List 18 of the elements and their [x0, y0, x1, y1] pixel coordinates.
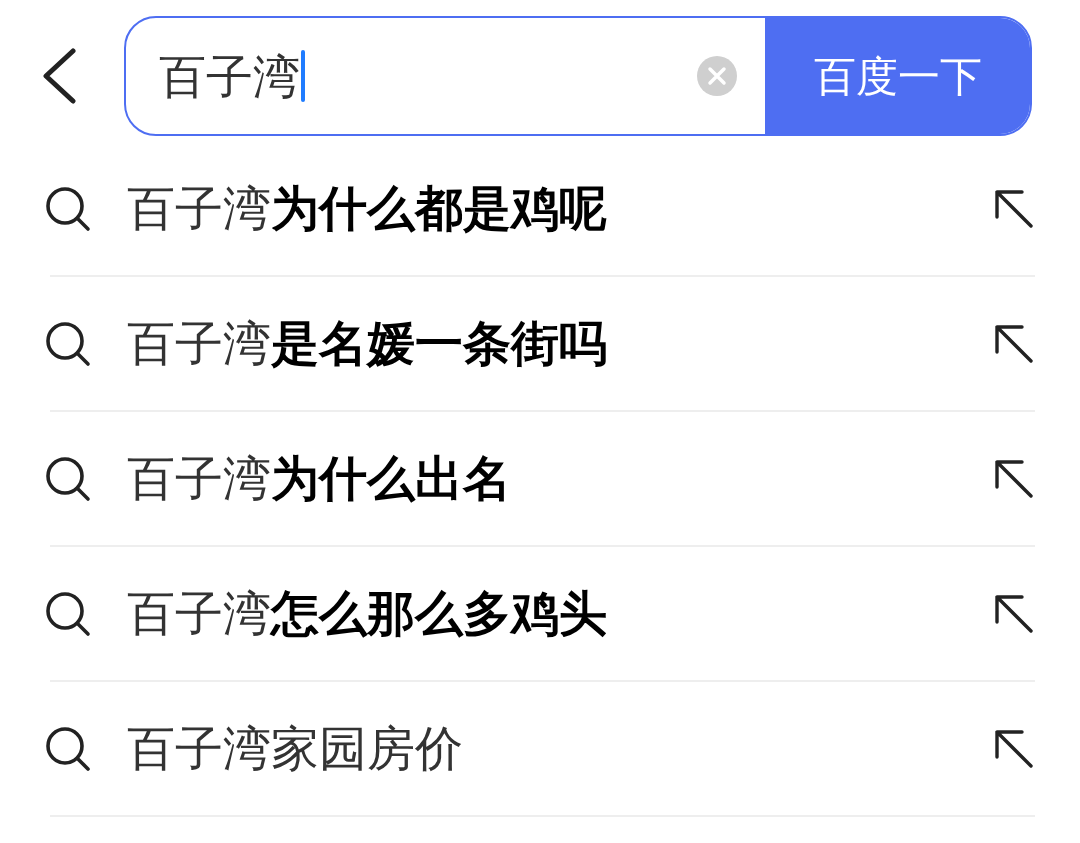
suggestion-text[interactable]: 百子湾家园房价 — [127, 722, 994, 775]
search-icon — [45, 320, 91, 367]
arrow-up-left-icon[interactable] — [994, 188, 1034, 229]
search-input[interactable]: 百子湾 — [126, 18, 697, 134]
suggestion-text[interactable]: 百子湾为什么出名 — [127, 452, 994, 505]
search-icon — [45, 590, 91, 637]
arrow-up-left-icon[interactable] — [994, 458, 1034, 499]
arrow-up-left-icon[interactable] — [994, 728, 1034, 769]
suggestion-text[interactable]: 百子湾为什么都是鸡呢 — [127, 182, 994, 235]
back-icon[interactable] — [40, 48, 78, 104]
arrow-up-left-icon[interactable] — [994, 323, 1034, 364]
suggestion-text[interactable]: 百子湾是名媛一条街吗 — [127, 317, 994, 370]
suggestion-text[interactable]: 百子湾怎么那么多鸡头 — [127, 587, 994, 640]
search-icon — [45, 725, 91, 772]
search-button[interactable]: 百度一下 — [765, 18, 1030, 134]
search-icon — [45, 455, 91, 502]
search-icon — [45, 185, 91, 232]
arrow-up-left-icon[interactable] — [994, 593, 1034, 634]
